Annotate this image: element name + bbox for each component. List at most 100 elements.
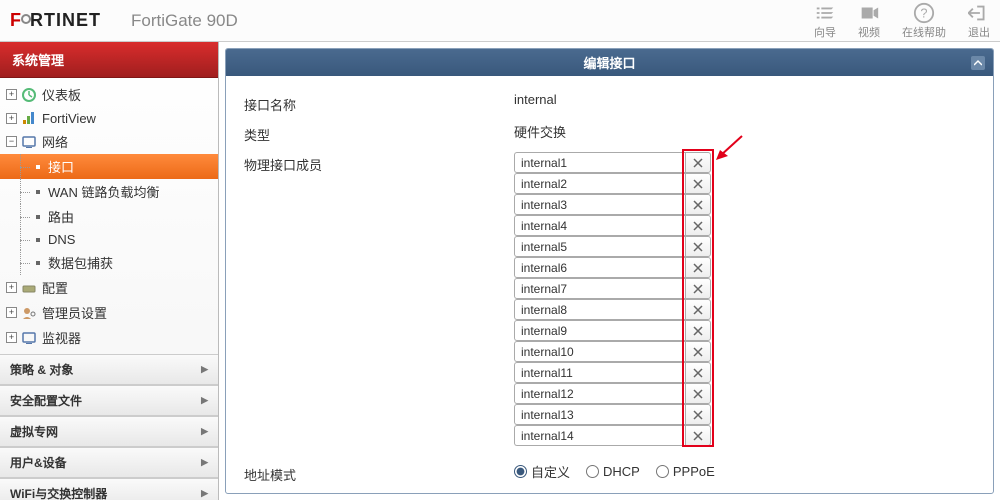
member-remove-button[interactable]	[685, 215, 711, 236]
wizard-icon	[814, 2, 836, 24]
member-name[interactable]: internal2	[514, 173, 685, 194]
content-area: 编辑接口 接口名称 internal 类型 硬件交换 物理接口成员	[219, 42, 1000, 500]
member-name[interactable]: internal10	[514, 341, 685, 362]
section-1[interactable]: 安全配置文件▶	[0, 385, 218, 416]
tree-icon	[21, 330, 37, 346]
close-icon	[693, 431, 703, 441]
member-name[interactable]: internal3	[514, 194, 685, 215]
tree-child-4[interactable]: 数据包捕获	[0, 250, 218, 275]
addr-mode-option-0[interactable]: 自定义	[514, 462, 570, 481]
addr-mode-option-2[interactable]: PPPoE	[656, 464, 715, 479]
member-name[interactable]: internal7	[514, 278, 685, 299]
tree-item-2[interactable]: −网络	[0, 129, 218, 154]
close-icon	[693, 347, 703, 357]
close-icon	[693, 389, 703, 399]
close-icon	[693, 326, 703, 336]
type-value: 硬件交换	[514, 122, 975, 141]
tree-item-1[interactable]: +FortiView	[0, 107, 218, 129]
member-remove-button[interactable]	[685, 320, 711, 341]
section-3[interactable]: 用户&设备▶	[0, 447, 218, 478]
tree-item-0[interactable]: +仪表板	[0, 82, 218, 107]
member-remove-button[interactable]	[685, 236, 711, 257]
close-icon	[693, 410, 703, 420]
interface-name-label: 接口名称	[244, 92, 514, 114]
panel-collapse-button[interactable]	[971, 56, 985, 70]
expander-icon[interactable]: +	[6, 332, 17, 343]
tree-icon	[21, 110, 37, 126]
panel-title: 编辑接口	[226, 49, 993, 76]
tree-icon	[21, 87, 37, 103]
member-remove-button[interactable]	[685, 362, 711, 383]
member-row: internal10	[514, 341, 711, 362]
close-icon	[693, 221, 703, 231]
tree-icon	[21, 305, 37, 321]
tree-child-1[interactable]: WAN 链路负载均衡	[0, 179, 218, 204]
addr-mode-label: 地址模式	[244, 462, 514, 484]
member-row: internal14	[514, 425, 711, 446]
expander-icon[interactable]: +	[6, 89, 17, 100]
expander-icon[interactable]: +	[6, 307, 17, 318]
member-remove-button[interactable]	[685, 299, 711, 320]
member-remove-button[interactable]	[685, 341, 711, 362]
brand-logo: FRTINET	[10, 10, 101, 31]
member-name[interactable]: internal5	[514, 236, 685, 257]
svg-text:?: ?	[920, 5, 927, 20]
member-name[interactable]: internal6	[514, 257, 685, 278]
member-name[interactable]: internal4	[514, 215, 685, 236]
bullet-icon	[36, 238, 40, 242]
tree-item-3[interactable]: +配置	[0, 275, 218, 300]
member-remove-button[interactable]	[685, 257, 711, 278]
section-2[interactable]: 虚拟专网▶	[0, 416, 218, 447]
logout-icon	[968, 2, 990, 24]
video-action[interactable]: 视频	[858, 2, 880, 40]
close-icon	[693, 200, 703, 210]
member-row: internal9	[514, 320, 711, 341]
member-row: internal13	[514, 404, 711, 425]
member-name[interactable]: internal1	[514, 152, 685, 173]
members-label: 物理接口成员	[244, 152, 514, 174]
member-row: internal4	[514, 215, 711, 236]
radio-input[interactable]	[656, 465, 669, 478]
expander-icon[interactable]: −	[6, 136, 17, 147]
tree-child-3[interactable]: DNS	[0, 229, 218, 250]
member-name[interactable]: internal9	[514, 320, 685, 341]
member-name[interactable]: internal11	[514, 362, 685, 383]
member-remove-button[interactable]	[685, 152, 711, 173]
panel-body: 接口名称 internal 类型 硬件交换 物理接口成员	[226, 76, 993, 493]
bullet-icon	[36, 215, 40, 219]
expander-icon[interactable]: +	[6, 113, 17, 124]
close-icon	[693, 305, 703, 315]
section-4[interactable]: WiFi与交换控制器▶	[0, 478, 218, 500]
expander-icon[interactable]: +	[6, 282, 17, 293]
tree-child-0[interactable]: 接口	[0, 154, 218, 179]
chevron-right-icon: ▶	[201, 364, 208, 375]
member-row: internal7	[514, 278, 711, 299]
bullet-icon	[36, 190, 40, 194]
logout-action[interactable]: 退出	[968, 2, 990, 40]
member-name[interactable]: internal14	[514, 425, 685, 446]
sidebar-tree: +仪表板+FortiView−网络接口WAN 链路负载均衡路由DNS数据包捕获+…	[0, 78, 218, 354]
member-name[interactable]: internal12	[514, 383, 685, 404]
member-name[interactable]: internal8	[514, 299, 685, 320]
tree-child-2[interactable]: 路由	[0, 204, 218, 229]
radio-input[interactable]	[586, 465, 599, 478]
member-remove-button[interactable]	[685, 194, 711, 215]
member-remove-button[interactable]	[685, 278, 711, 299]
member-remove-button[interactable]	[685, 425, 711, 446]
member-remove-button[interactable]	[685, 404, 711, 425]
member-name[interactable]: internal13	[514, 404, 685, 425]
help-action[interactable]: ? 在线帮助	[902, 2, 946, 40]
close-icon	[693, 263, 703, 273]
chevron-right-icon: ▶	[201, 426, 208, 437]
tree-item-5[interactable]: +监视器	[0, 325, 218, 350]
ip-label: IP/网络掩码	[258, 492, 514, 493]
tree-item-4[interactable]: +管理员设置	[0, 300, 218, 325]
radio-input[interactable]	[514, 465, 527, 478]
member-remove-button[interactable]	[685, 173, 711, 194]
sidebar-section-system[interactable]: 系统管理	[0, 42, 218, 78]
wizard-action[interactable]: 向导	[814, 2, 836, 40]
member-remove-button[interactable]	[685, 383, 711, 404]
addr-mode-option-1[interactable]: DHCP	[586, 464, 640, 479]
section-0[interactable]: 策略 & 对象▶	[0, 354, 218, 385]
member-row: internal12	[514, 383, 711, 404]
